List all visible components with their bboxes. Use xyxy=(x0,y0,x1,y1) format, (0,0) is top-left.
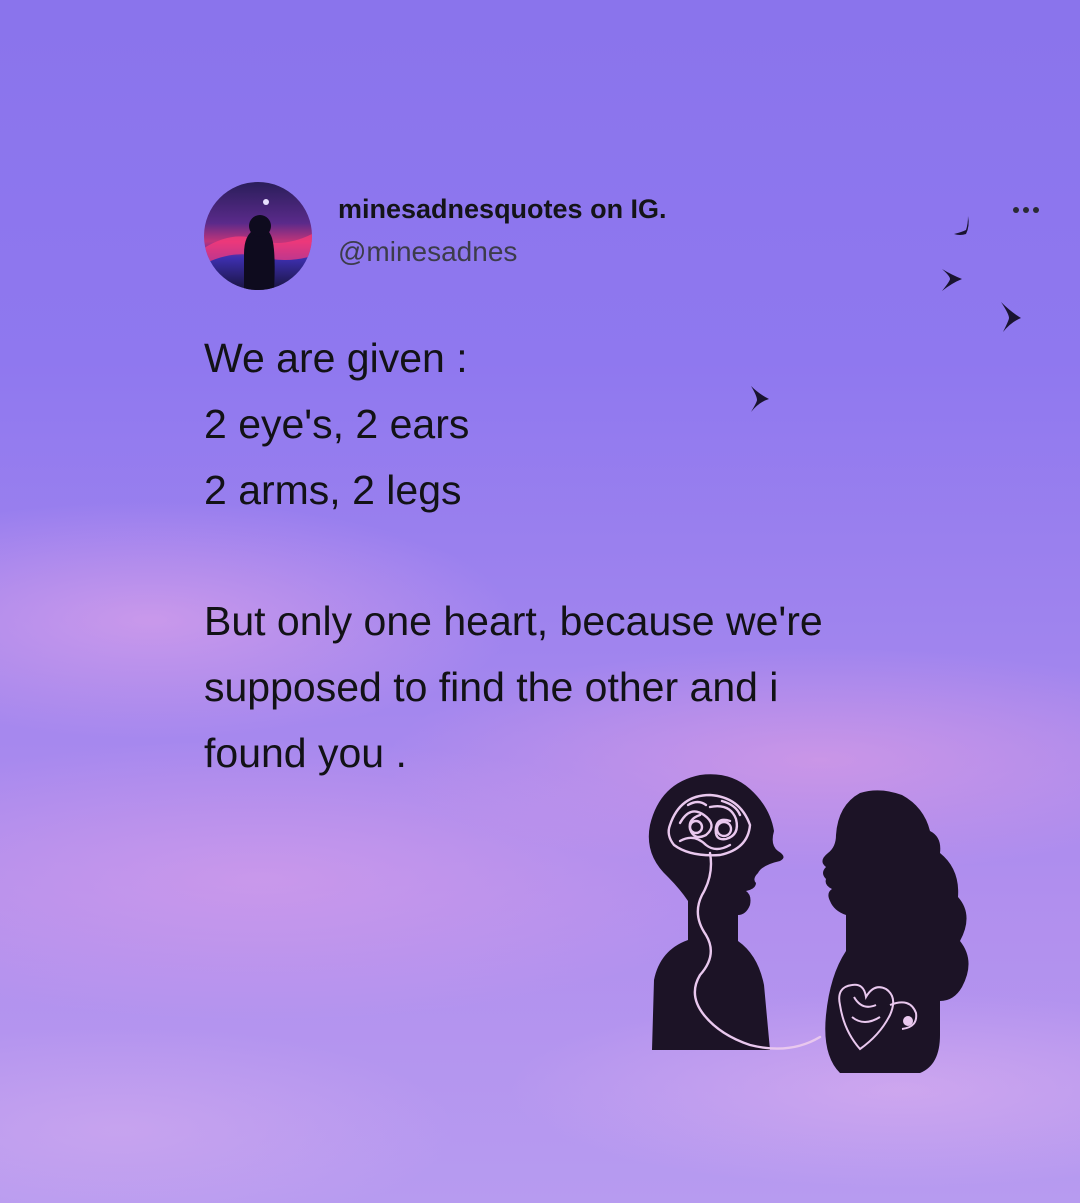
quote-line: supposed to find the other and i xyxy=(204,664,779,710)
bird-icon xyxy=(1001,302,1021,332)
quote-line: 2 arms, 2 legs xyxy=(204,467,462,513)
bird-icon xyxy=(954,216,969,235)
avatar[interactable] xyxy=(204,182,312,290)
quote-line: We are given : xyxy=(204,335,468,381)
avatar-image xyxy=(204,199,312,290)
bird-icon xyxy=(942,269,962,291)
display-name[interactable]: minesadnesquotes on IG. xyxy=(338,194,667,225)
username-handle[interactable]: @minesadnes xyxy=(338,236,517,268)
couple-illustration xyxy=(648,774,969,1073)
woman-silhouette xyxy=(822,790,969,1073)
bird-icon xyxy=(751,386,769,412)
man-silhouette xyxy=(648,774,784,1050)
quote-line: 2 eye's, 2 ears xyxy=(204,401,470,447)
quote-line: But only one heart, because we're xyxy=(204,598,823,644)
more-dots-icon[interactable] xyxy=(1008,200,1048,220)
